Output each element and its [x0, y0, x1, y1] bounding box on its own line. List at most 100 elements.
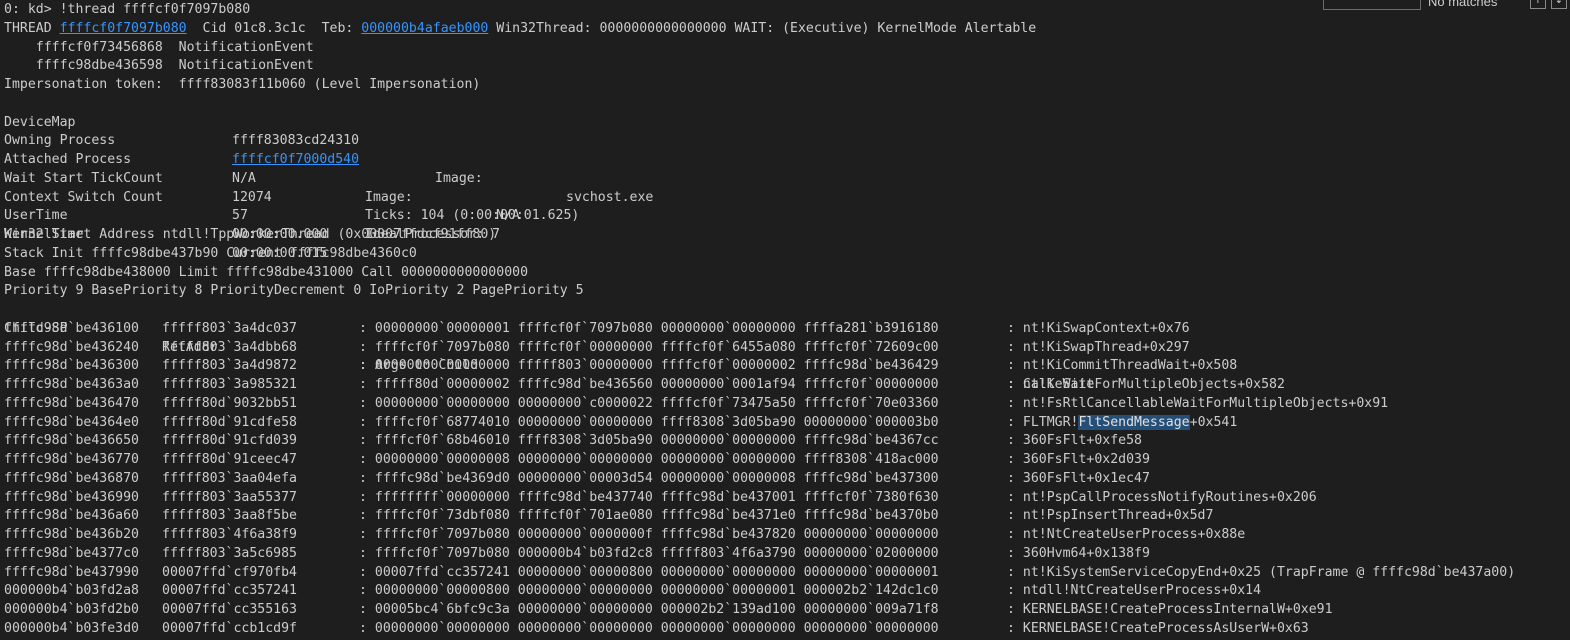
retaddr-value: fffff80d`9032bb51: [162, 395, 297, 411]
child-sp-value: ffffc98d`be436a60: [4, 508, 139, 524]
stack-frame-row: ffffc98d`be436b20 fffff803`4f6a38f9: ffff…: [4, 526, 1570, 545]
call-site-value: : nt!PspCallProcessNotifyRoutines+0x206: [1007, 489, 1317, 508]
call-site-value: : KERNELBASE!CreateProcessInternalW+0xe9…: [1007, 601, 1333, 620]
retaddr-value: fffff80d`91ceec47: [162, 452, 297, 467]
call-site-text: : nt!KiCommitThreadWait+0x508: [1007, 358, 1238, 374]
stack-header-row: Child-SP RetAddr : Args to Child : Call …: [4, 301, 1570, 392]
stack-frame-row: ffffc98d`be436470 fffff80d`9032bb51: 0000…: [4, 395, 1570, 414]
stack-frame-row: ffffc98d`be4363a0 fffff803`3a985321 : ffff…: [4, 376, 1570, 395]
stack-frame-row: ffffc98d`be4364e0 fffff80d`91cdfe58: ffff…: [4, 414, 1570, 433]
thread-address-link[interactable]: ffffcf0f7097b080: [60, 21, 187, 36]
child-sp-value: ffffc98d`be436240: [4, 339, 139, 355]
retaddr-value: fffff80d`91cdfe58: [162, 414, 297, 430]
devicemap-line: DeviceMap ffff83083cd24310: [4, 95, 1570, 149]
child-sp-value: ffffc98d`be436770: [4, 452, 139, 467]
retaddr-value: fffff803`4f6a38f9: [162, 527, 297, 542]
search-highlight: FltSendMessage: [1078, 414, 1190, 430]
call-site-value: : ntdll!NtCreateUserProcess+0x14: [1007, 582, 1261, 601]
args-value: : 00000000`00000800 00000000`00000000 00…: [359, 583, 939, 599]
retaddr-value: 00007ffd`cc357241: [162, 583, 297, 599]
retaddr-value: 00007ffd`cc355163: [162, 602, 297, 617]
args-value: : ffffcf0f`68774010 00000000`00000000 ff…: [359, 414, 939, 430]
call-site-value: : nt!KiSwapThread+0x297: [1007, 339, 1190, 358]
retaddr-value: fffff803`3a4dbb68: [162, 339, 297, 355]
call-site-text: : ntdll!NtCreateUserProcess+0x14: [1007, 583, 1262, 599]
call-site-value: : KERNELBASE!CreateProcessAsUserW+0x63: [1007, 620, 1309, 639]
args-value: : ffffcf0f`7097b080 000000b4`b03fd2c8 ff…: [359, 545, 939, 561]
call-site-value: : 360Hvm64+0x138f9: [1007, 545, 1150, 564]
context-switch-line: Context Switch Count 57 IdealProcessor: …: [4, 170, 1570, 243]
call-site-text: : KERNELBASE!CreateProcessAsUserW+0x63: [1007, 620, 1309, 636]
args-value: : 00000000`00000000 00000000`c0000022 ff…: [359, 395, 939, 411]
stack-frame-row: ffffc98d`be437990 00007ffd`cf970fb4: 0000…: [4, 564, 1570, 583]
retaddr-value: fffff803`3aa8f5be: [162, 508, 297, 524]
args-value: : ffffffff`00000000 ffffc98d`be437740 ff…: [359, 489, 939, 505]
call-site-offset: +0x541: [1189, 414, 1238, 430]
call-site-value: : nt!KiSystemServiceCopyEnd+0x25 (TrapFr…: [1007, 564, 1515, 583]
teb-address-link[interactable]: 000000b4afaeb000: [361, 21, 488, 36]
child-sp-value: ffffc98d`be436300: [4, 358, 139, 374]
retaddr-value: fffff803`3a5c6985: [162, 545, 297, 561]
child-sp-value: ffffc98d`be436990: [4, 489, 139, 505]
retaddr-value: fffff803`3aa04efa: [162, 470, 297, 486]
args-value: : 00000000`00000008 00000000`00000000 00…: [359, 452, 939, 467]
args-value: : 00007ffd`cc357241 00000000`00000800 00…: [359, 564, 939, 580]
call-site-text: : 360FsFlt+0x1ec47: [1007, 470, 1150, 486]
call-site-value: : nt!FsRtlCancellableWaitForMultipleObje…: [1007, 395, 1388, 414]
call-site-text: : FLTMGR!: [1007, 414, 1079, 430]
call-site-text: : KERNELBASE!CreateProcessInternalW+0xe9…: [1007, 602, 1333, 617]
thread-prefix: THREAD: [4, 20, 60, 36]
thread-wait-text: Win32Thread: 0000000000000000 WAIT: (Exe…: [488, 20, 1037, 36]
call-site-text: : 360FsFlt+0xfe58: [1007, 433, 1142, 449]
wait-event-line: ffffc98dbe436598 NotificationEvent: [4, 58, 314, 74]
call-site-text: : nt!PspInsertThread+0x5d7: [1007, 508, 1214, 524]
call-site-text: : nt!PspCallProcessNotifyRoutines+0x206: [1007, 489, 1317, 505]
stack-frame-row: ffffc98d`be436870 fffff803`3aa04efa: ffff…: [4, 470, 1570, 489]
child-sp-value: 000000b4`b03fd2b0: [4, 602, 139, 617]
stack-frame-row: ffffc98d`be436770 fffff80d`91ceec47 : 0000…: [4, 451, 1570, 470]
stack-frame-row: ffffc98d`be4377c0 fffff803`3a5c6985: ffff…: [4, 545, 1570, 564]
child-sp-value: ffffc98d`be436100: [4, 320, 139, 336]
child-sp-value: ffffc98d`be4363a0: [4, 377, 139, 392]
call-site-text: : nt!KiSwapContext+0x76: [1007, 320, 1190, 336]
usertime-line: UserTime 00:00:00.000: [4, 189, 1570, 242]
child-sp-value: ffffc98d`be436870: [4, 470, 139, 486]
stack-frame-row: ffffc98d`be436650 fffff80d`91cfd039: ffff…: [4, 432, 1570, 451]
wait-tickcount-line: Wait Start TickCount 12074 Ticks: 104 (0…: [4, 151, 1570, 224]
args-value: : ffffcf0f`68b46010 ffff8308`3d05ba90 00…: [359, 433, 939, 449]
stack-frame-row: 000000b4`b03fe3d0 00007ffd`ccb1cd9f: 0000…: [4, 620, 1570, 639]
child-sp-value: ffffc98d`be436b20: [4, 527, 139, 542]
call-site-value: : FLTMGR!FltSendMessage+0x541: [1007, 414, 1237, 433]
wait-event-line: ffffcf0f73456868 NotificationEvent: [4, 39, 314, 55]
retaddr-value: fffff803`3a985321: [162, 377, 297, 392]
args-value: : fffff80d`00000002 ffffc98d`be436560 00…: [359, 377, 939, 392]
stack-frame-row: ffffc98d`be436100 fffff803`3a4dc037: 0000…: [4, 320, 1570, 339]
args-value: : 00000000`00000000 fffff803`00000000 ff…: [359, 358, 939, 374]
stack-frame-row: ffffc98d`be436300 fffff803`3a4d9872 : 0000…: [4, 357, 1570, 376]
ideal-processor-value: IdealProcessor: 7: [365, 227, 500, 242]
debugger-console-output: 0: kd> !thread ffffcf0f7097b080 THREAD f…: [4, 1, 1570, 639]
cid-teb-text: Cid 01c8.3c1c Teb:: [186, 20, 362, 36]
attached-process-line: Attached Process N/A Image: N/A: [4, 132, 1570, 223]
retaddr-value: 00007ffd`ccb1cd9f: [162, 620, 297, 636]
call-site-text: : nt!KiSwapThread+0x297: [1007, 339, 1190, 355]
retaddr-value: fffff803`3a4d9872: [162, 358, 297, 374]
call-site-value: : 360FsFlt+0xfe58: [1007, 432, 1142, 451]
stack-frame-row: ffffc98d`be436990 fffff803`3aa55377 : ffff…: [4, 489, 1570, 508]
args-value: : 00000000`00000001 ffffcf0f`7097b080 00…: [359, 320, 939, 336]
call-site-value: : nt!KeWaitForMultipleObjects+0x582: [1007, 376, 1285, 395]
command-line: 0: kd> !thread ffffcf0f7097b080: [4, 1, 1570, 20]
kerneltime-line: KernelTime 00:00:00.015: [4, 207, 1570, 261]
args-value: : 00005bc4`6bfc9c3a 00000000`00000000 00…: [359, 602, 939, 617]
call-site-value: : nt!PspInsertThread+0x5d7: [1007, 507, 1213, 526]
impersonation-line: Impersonation token: ffff83083f11b060 (L…: [4, 77, 481, 92]
call-site-value: : nt!KiCommitThreadWait+0x508: [1007, 357, 1237, 376]
retaddr-value: fffff803`3aa55377: [162, 489, 297, 505]
args-value: : ffffcf0f`73dbf080 ffffcf0f`701ae080 ff…: [359, 508, 939, 524]
stack-trace: ffffc98d`be436100 fffff803`3a4dc037: 0000…: [4, 320, 1570, 639]
child-sp-value: 000000b4`b03fe3d0: [4, 620, 139, 636]
call-site-text: : nt!KiSystemServiceCopyEnd+0x25 (TrapFr…: [1007, 564, 1516, 580]
args-value: : ffffcf0f`7097b080 ffffcf0f`00000000 ff…: [359, 339, 939, 355]
child-sp-value: ffffc98d`be436650: [4, 433, 139, 449]
child-sp-value: 000000b4`b03fd2a8: [4, 583, 139, 599]
